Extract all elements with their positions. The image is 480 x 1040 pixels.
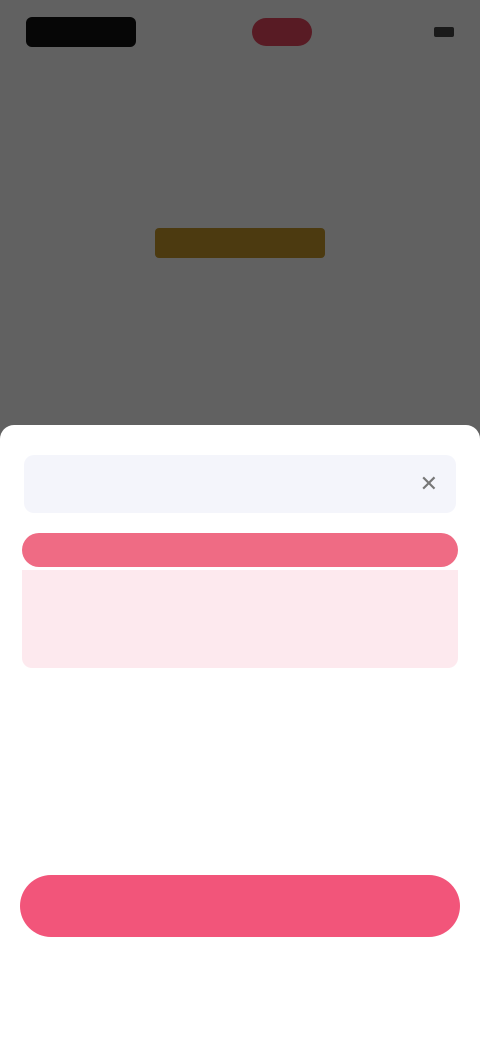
close-icon[interactable]: ✕ <box>420 471 438 497</box>
account-row[interactable]: ✕ <box>24 455 456 513</box>
subscription-sheet: ✕ <box>0 425 480 1040</box>
plan-option[interactable] <box>22 693 458 783</box>
total-row <box>22 823 458 853</box>
subscribe-button[interactable] <box>20 875 460 937</box>
footer-link[interactable] <box>190 963 290 987</box>
offer-banner <box>22 533 458 567</box>
plan-option-selected[interactable] <box>22 570 458 668</box>
